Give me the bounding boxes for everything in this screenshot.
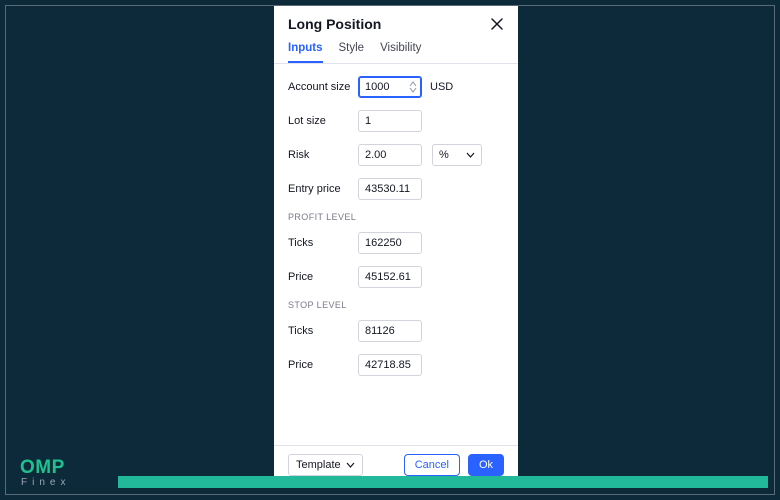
cancel-button[interactable]: Cancel bbox=[404, 454, 460, 476]
dialog-title: Long Position bbox=[288, 16, 381, 32]
tab-visibility[interactable]: Visibility bbox=[380, 42, 421, 63]
profit-ticks-input[interactable] bbox=[358, 232, 422, 254]
stop-price-label: Price bbox=[288, 359, 358, 371]
brand-sub: Finex bbox=[21, 478, 70, 488]
chevron-down-icon bbox=[346, 462, 355, 468]
entry-price-input[interactable] bbox=[358, 178, 422, 200]
risk-unit-select[interactable]: % bbox=[432, 144, 482, 166]
template-dropdown[interactable]: Template bbox=[288, 454, 363, 476]
entry-price-label: Entry price bbox=[288, 183, 358, 195]
stop-level-heading: STOP LEVEL bbox=[288, 300, 504, 310]
long-position-dialog: Long Position Inputs Style Visibility Ac… bbox=[274, 6, 518, 486]
lot-size-input[interactable] bbox=[358, 110, 422, 132]
tab-style[interactable]: Style bbox=[339, 42, 365, 63]
profit-price-label: Price bbox=[288, 271, 358, 283]
account-size-label: Account size bbox=[288, 81, 358, 93]
risk-input[interactable] bbox=[358, 144, 422, 166]
stop-price-input[interactable] bbox=[358, 354, 422, 376]
profit-ticks-label: Ticks bbox=[288, 237, 358, 249]
profit-price-input[interactable] bbox=[358, 266, 422, 288]
template-label: Template bbox=[296, 459, 341, 471]
risk-label: Risk bbox=[288, 149, 358, 161]
risk-unit-value: % bbox=[439, 149, 449, 161]
tab-inputs[interactable]: Inputs bbox=[288, 42, 323, 63]
lot-size-label: Lot size bbox=[288, 115, 358, 127]
profit-level-heading: PROFIT LEVEL bbox=[288, 212, 504, 222]
brand-top: OMP bbox=[20, 458, 70, 477]
stop-ticks-input[interactable] bbox=[358, 320, 422, 342]
brand-accent-bar bbox=[118, 476, 768, 488]
brand-logo: OMP Finex bbox=[20, 458, 70, 488]
spinner-icon[interactable] bbox=[409, 78, 419, 96]
ok-button[interactable]: Ok bbox=[468, 454, 504, 476]
account-size-suffix: USD bbox=[430, 81, 453, 93]
account-size-input[interactable] bbox=[358, 76, 422, 98]
stop-ticks-label: Ticks bbox=[288, 325, 358, 337]
chevron-down-icon bbox=[466, 152, 475, 158]
close-icon[interactable] bbox=[490, 17, 504, 31]
tab-bar: Inputs Style Visibility bbox=[274, 32, 518, 64]
